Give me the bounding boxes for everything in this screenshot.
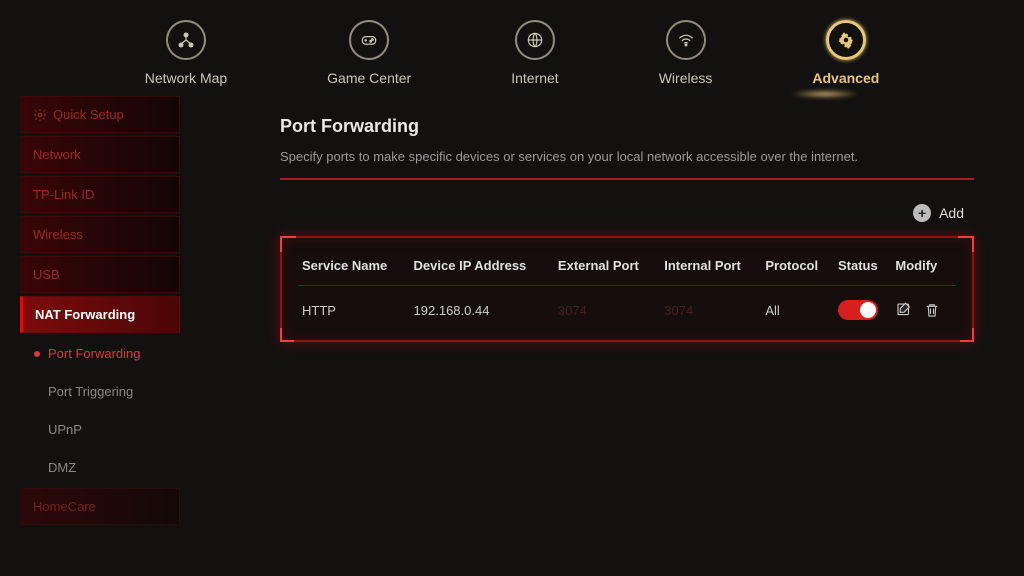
col-modify: Modify xyxy=(891,252,956,286)
nav-label: Network Map xyxy=(145,70,227,86)
cell-service: HTTP xyxy=(298,286,410,327)
sidebar-network[interactable]: Network xyxy=(20,136,180,173)
sidebar-usb[interactable]: USB xyxy=(20,256,180,293)
col-proto: Protocol xyxy=(761,252,834,286)
col-int: Internal Port xyxy=(660,252,761,286)
sidebar-sub-label: Port Forwarding xyxy=(48,346,140,361)
nav-advanced[interactable]: Advanced xyxy=(812,20,879,86)
nav-label: Wireless xyxy=(659,70,713,86)
add-label: Add xyxy=(939,205,964,221)
status-toggle[interactable] xyxy=(838,300,878,320)
nav-internet[interactable]: Internet xyxy=(511,20,558,86)
advanced-icon xyxy=(826,20,866,60)
sidebar-label: USB xyxy=(33,267,60,282)
sidebar-label: Quick Setup xyxy=(53,107,124,122)
sidebar-label: HomeCare xyxy=(33,499,96,514)
nav-label: Game Center xyxy=(327,70,411,86)
top-nav: Network Map Game Center Internet Wireles… xyxy=(0,0,1024,96)
main-content: Port Forwarding Specify ports to make sp… xyxy=(200,96,1004,525)
sidebar-upnp[interactable]: UPnP xyxy=(20,412,180,447)
sidebar-tplink-id[interactable]: TP-Link ID xyxy=(20,176,180,213)
nav-wireless[interactable]: Wireless xyxy=(659,20,713,86)
page-title: Port Forwarding xyxy=(280,116,974,137)
sidebar-wireless[interactable]: Wireless xyxy=(20,216,180,253)
sidebar-sub-label: DMZ xyxy=(48,460,76,475)
col-service: Service Name xyxy=(298,252,410,286)
table-row: HTTP 192.168.0.44 3074 3074 All xyxy=(298,286,956,327)
cell-modify xyxy=(891,286,956,327)
add-button[interactable]: + Add xyxy=(280,204,974,222)
edit-icon[interactable] xyxy=(895,301,913,319)
cell-status xyxy=(834,286,891,327)
col-status: Status xyxy=(834,252,891,286)
toggle-knob xyxy=(860,302,876,318)
nav-network-map[interactable]: Network Map xyxy=(145,20,227,86)
sidebar-label: NAT Forwarding xyxy=(35,307,135,322)
sidebar-quick-setup[interactable]: Quick Setup xyxy=(20,96,180,133)
network-map-icon xyxy=(166,20,206,60)
page-description: Specify ports to make specific devices o… xyxy=(280,149,974,180)
sidebar-port-triggering[interactable]: Port Triggering xyxy=(20,374,180,409)
plus-icon: + xyxy=(913,204,931,222)
cell-ext: 3074 xyxy=(554,286,660,327)
delete-icon[interactable] xyxy=(923,301,941,319)
nav-game-center[interactable]: Game Center xyxy=(327,20,411,86)
sidebar-port-forwarding[interactable]: Port Forwarding xyxy=(20,336,180,371)
sidebar-sub-label: UPnP xyxy=(48,422,82,437)
sidebar-sub-label: Port Triggering xyxy=(48,384,133,399)
sidebar: Quick Setup Network TP-Link ID Wireless … xyxy=(20,96,180,525)
sidebar-dmz[interactable]: DMZ xyxy=(20,450,180,485)
rules-table-frame: Service Name Device IP Address External … xyxy=(280,236,974,342)
sidebar-label: TP-Link ID xyxy=(33,187,94,202)
nav-label: Internet xyxy=(511,70,558,86)
sidebar-nat-forwarding[interactable]: NAT Forwarding xyxy=(20,296,180,333)
col-ip: Device IP Address xyxy=(410,252,554,286)
internet-icon xyxy=(515,20,555,60)
sidebar-homecare[interactable]: HomeCare xyxy=(20,488,180,525)
game-center-icon xyxy=(349,20,389,60)
nav-label: Advanced xyxy=(812,70,879,86)
cell-proto: All xyxy=(761,286,834,327)
sidebar-label: Network xyxy=(33,147,81,162)
col-ext: External Port xyxy=(554,252,660,286)
gear-icon xyxy=(33,108,47,122)
rules-table: Service Name Device IP Address External … xyxy=(298,252,956,326)
wireless-icon xyxy=(666,20,706,60)
cell-ip: 192.168.0.44 xyxy=(410,286,554,327)
cell-int: 3074 xyxy=(660,286,761,327)
sidebar-label: Wireless xyxy=(33,227,83,242)
